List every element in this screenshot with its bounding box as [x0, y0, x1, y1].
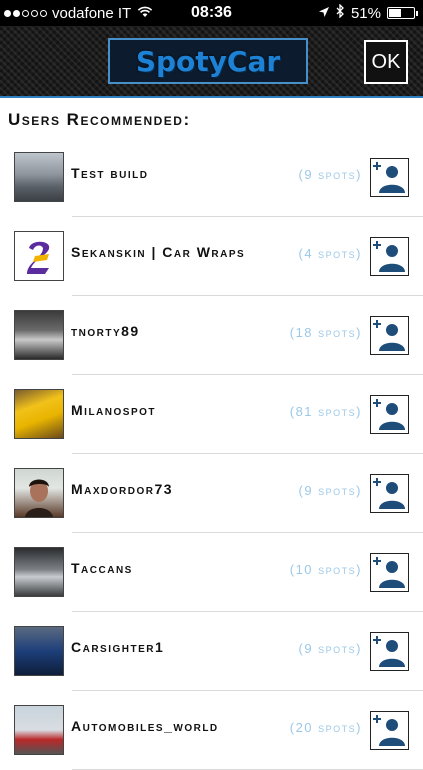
list-item[interactable]: tnorty89 (18 spots)	[0, 296, 423, 375]
bluetooth-icon	[336, 3, 345, 22]
section-title: Users Recommended:	[8, 110, 191, 129]
battery-icon	[387, 7, 418, 19]
spot-count: (20 spots)	[289, 720, 362, 735]
avatar[interactable]	[14, 310, 64, 360]
username[interactable]: Milanospot	[71, 402, 156, 418]
avatar[interactable]	[14, 626, 64, 676]
app-header: SpotyCar OK	[0, 26, 423, 98]
follow-user-button[interactable]	[370, 711, 409, 750]
follow-user-button[interactable]	[370, 553, 409, 592]
list-item[interactable]: Carsighter1 (9 spots)	[0, 612, 423, 691]
list-item[interactable]: Maxdordor73 (9 spots)	[0, 454, 423, 533]
follow-user-button[interactable]	[370, 474, 409, 513]
add-user-icon	[373, 557, 405, 588]
follow-user-button[interactable]	[370, 158, 409, 197]
list-item[interactable]: Milanospot (81 spots)	[0, 375, 423, 454]
follow-user-button[interactable]	[370, 316, 409, 355]
add-user-icon	[373, 478, 405, 509]
add-user-icon	[373, 241, 405, 272]
avatar[interactable]	[14, 547, 64, 597]
spot-count: (9 spots)	[298, 483, 362, 498]
spot-count: (10 spots)	[289, 562, 362, 577]
username[interactable]: Carsighter1	[71, 639, 164, 655]
spot-count: (4 spots)	[298, 246, 362, 261]
ok-button[interactable]: OK	[364, 40, 408, 84]
avatar[interactable]	[14, 468, 64, 518]
list-item[interactable]: Test build (9 spots)	[0, 138, 423, 217]
battery-percent: 51%	[350, 4, 381, 22]
add-user-icon	[373, 320, 405, 351]
spot-count: (9 spots)	[298, 167, 362, 182]
username[interactable]: Automobiles_world	[71, 718, 219, 734]
add-user-icon	[373, 162, 405, 193]
add-user-icon	[373, 399, 405, 430]
add-user-icon	[373, 636, 405, 667]
avatar[interactable]	[14, 389, 64, 439]
list-item[interactable]: Taccans (10 spots)	[0, 533, 423, 612]
avatar[interactable]	[14, 152, 64, 202]
spot-count: (81 spots)	[289, 404, 362, 419]
spot-count: (18 spots)	[289, 325, 362, 340]
status-bar: vodafone IT 08:36 51%	[0, 0, 423, 26]
list-item[interactable]: Sekanskin | Car Wraps (4 spots)	[0, 217, 423, 296]
app-logo: SpotyCar	[108, 38, 308, 84]
username[interactable]: tnorty89	[71, 323, 140, 339]
follow-user-button[interactable]	[370, 237, 409, 276]
follow-user-button[interactable]	[370, 395, 409, 434]
username[interactable]: Test build	[71, 165, 148, 181]
location-arrow-icon	[318, 5, 330, 22]
list-item[interactable]: Automobiles_world (20 spots)	[0, 691, 423, 770]
username[interactable]: Taccans	[71, 560, 133, 576]
follow-user-button[interactable]	[370, 632, 409, 671]
avatar[interactable]	[14, 705, 64, 755]
username[interactable]: Sekanskin | Car Wraps	[71, 244, 245, 260]
logo-text: SpotyCar	[135, 44, 281, 78]
recommended-users-list: Test build (9 spots) Sekanskin | Car Wra…	[0, 138, 423, 770]
add-user-icon	[373, 715, 405, 746]
username[interactable]: Maxdordor73	[71, 481, 173, 497]
avatar[interactable]	[14, 231, 64, 281]
spot-count: (9 spots)	[298, 641, 362, 656]
